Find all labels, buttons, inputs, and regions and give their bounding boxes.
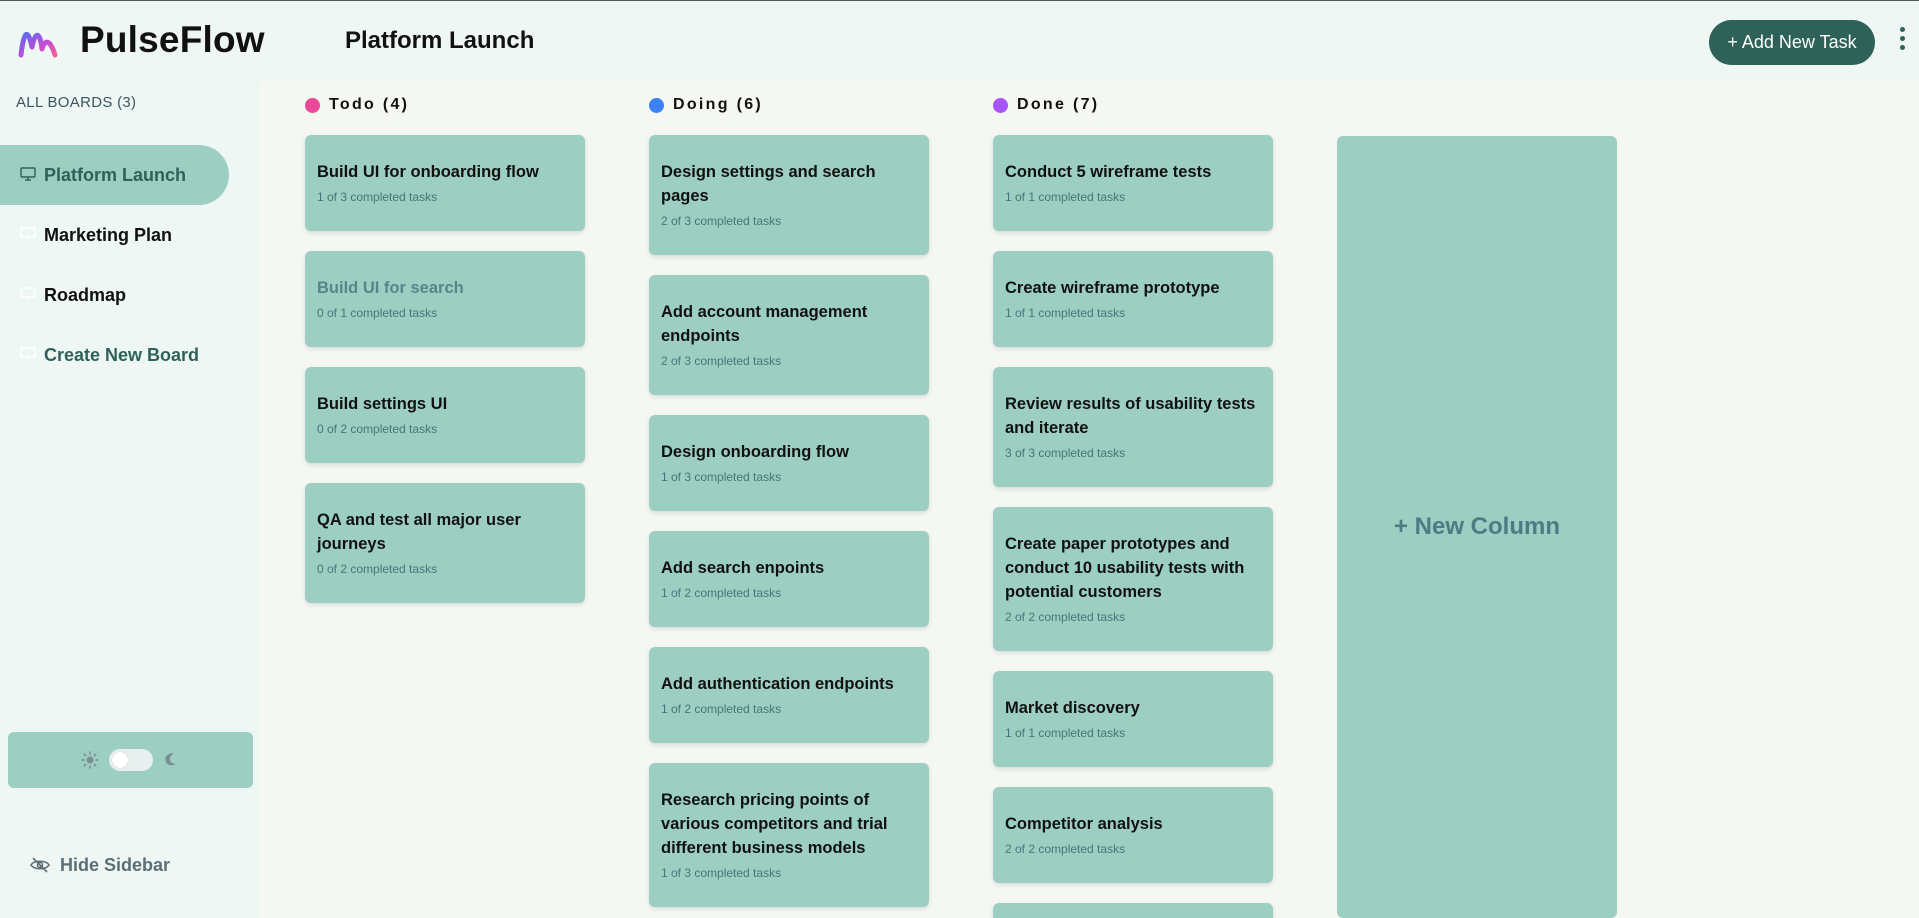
add-new-task-button[interactable]: + Add New Task bbox=[1709, 20, 1875, 65]
hide-sidebar-label: Hide Sidebar bbox=[60, 854, 171, 875]
moon-icon bbox=[164, 753, 175, 766]
task-card[interactable]: Design settings and search pages 2 of 3 … bbox=[649, 135, 929, 255]
task-subtasks: 2 of 2 completed tasks bbox=[1005, 610, 1126, 624]
doing-status-dot bbox=[649, 97, 664, 113]
sidebar-item-label: Platform Launch bbox=[44, 164, 187, 185]
task-card[interactable]: Add account management endpoints 2 of 3 … bbox=[649, 275, 929, 395]
board-icon bbox=[20, 347, 36, 360]
task-card[interactable]: Build UI for onboarding flow 1 of 3 comp… bbox=[305, 135, 585, 231]
task-subtasks: 1 of 3 completed tasks bbox=[317, 190, 438, 204]
column-header-done: Done (7) bbox=[993, 94, 1099, 116]
task-title: Create wireframe prototype bbox=[1005, 279, 1220, 297]
task-card[interactable]: QA and test all major user journeys 0 of… bbox=[305, 483, 585, 603]
board-icon bbox=[20, 167, 36, 181]
column-title: Todo (4) bbox=[329, 96, 410, 113]
page-title: Platform Launch bbox=[345, 27, 535, 54]
task-subtasks: 0 of 1 completed tasks bbox=[317, 306, 438, 320]
task-title: Add authentication endpoints bbox=[661, 675, 894, 693]
task-subtasks: 1 of 3 completed tasks bbox=[661, 470, 782, 484]
done-status-dot bbox=[993, 97, 1008, 113]
task-title: Design settings and search pages bbox=[661, 163, 876, 205]
task-title: Conduct 5 wireframe tests bbox=[1005, 163, 1212, 181]
todo-status-dot bbox=[305, 97, 320, 113]
task-subtasks: 1 of 2 completed tasks bbox=[661, 702, 782, 716]
toggle-knob bbox=[111, 752, 128, 768]
task-card[interactable]: Create wireframe prototype 1 of 1 comple… bbox=[993, 251, 1273, 347]
theme-switcher bbox=[8, 732, 253, 788]
new-column-button[interactable]: + New Column bbox=[1337, 136, 1617, 918]
task-subtasks: 2 of 3 completed tasks bbox=[661, 354, 782, 368]
task-subtasks: 3 of 3 completed tasks bbox=[1005, 446, 1126, 460]
column-header-todo: Todo (4) bbox=[305, 94, 409, 116]
task-title: Add search enpoints bbox=[661, 559, 825, 577]
task-card-partial[interactable] bbox=[993, 903, 1273, 918]
task-card[interactable]: Market discovery 1 of 1 completed tasks bbox=[993, 671, 1273, 767]
sun-icon bbox=[80, 751, 99, 769]
task-title: Add account management endpoints bbox=[661, 303, 868, 345]
task-subtasks: 2 of 3 completed tasks bbox=[661, 214, 782, 228]
task-card[interactable]: Review results of usability tests and it… bbox=[993, 367, 1273, 487]
sidebar-item-label: Marketing Plan bbox=[44, 224, 173, 245]
task-card[interactable]: Conduct 5 wireframe tests 1 of 1 complet… bbox=[993, 135, 1273, 231]
board-icon bbox=[20, 227, 36, 240]
kebab-menu-icon[interactable] bbox=[1896, 27, 1908, 57]
create-new-board-button[interactable]: Create New Board bbox=[0, 325, 229, 385]
task-title: Build UI for search bbox=[317, 279, 464, 297]
column-header-doing: Doing (6) bbox=[649, 94, 763, 116]
task-title: Research pricing points of various compe… bbox=[661, 791, 888, 857]
new-column-label: + New Column bbox=[1393, 513, 1561, 540]
task-subtasks: 0 of 2 completed tasks bbox=[317, 422, 438, 436]
sidebar-item-roadmap[interactable]: Roadmap bbox=[0, 265, 229, 325]
task-card[interactable]: Build UI for search 0 of 1 completed tas… bbox=[305, 251, 585, 347]
hide-sidebar-button[interactable]: Hide Sidebar bbox=[30, 853, 170, 877]
column-title: Doing (6) bbox=[673, 96, 764, 113]
task-card[interactable]: Build settings UI 0 of 2 completed tasks bbox=[305, 367, 585, 463]
task-title: Design onboarding flow bbox=[661, 443, 849, 461]
task-card[interactable]: Create paper prototypes and conduct 10 u… bbox=[993, 507, 1273, 651]
eye-slash-icon bbox=[30, 857, 50, 873]
sidebar: ALL BOARDS (3) Platform Launch Marketing… bbox=[0, 81, 259, 918]
theme-toggle[interactable] bbox=[108, 749, 153, 771]
app-name: PulseFlow bbox=[80, 19, 265, 60]
task-subtasks: 1 of 3 completed tasks bbox=[661, 866, 782, 880]
task-subtasks: 2 of 2 completed tasks bbox=[1005, 842, 1126, 856]
task-card[interactable]: Add search enpoints 1 of 2 completed tas… bbox=[649, 531, 929, 627]
task-subtasks: 1 of 1 completed tasks bbox=[1005, 726, 1126, 740]
task-card[interactable]: Competitor analysis 2 of 2 completed tas… bbox=[993, 787, 1273, 883]
task-title: Review results of usability tests and it… bbox=[1005, 395, 1256, 437]
task-subtasks: 0 of 2 completed tasks bbox=[317, 562, 438, 576]
sidebar-item-label: Roadmap bbox=[44, 284, 127, 305]
sidebar-item-platform-launch[interactable]: Platform Launch bbox=[0, 145, 229, 205]
task-title: QA and test all major user journeys bbox=[317, 511, 521, 553]
all-boards-heading: ALL BOARDS (3) bbox=[16, 94, 137, 111]
column-title: Done (7) bbox=[1017, 96, 1100, 113]
pulseflow-logo-icon bbox=[18, 32, 58, 58]
task-title: Build settings UI bbox=[317, 395, 448, 413]
top-header: PulseFlow Platform Launch + Add New Task bbox=[0, 1, 1919, 81]
task-subtasks: 1 of 1 completed tasks bbox=[1005, 306, 1126, 320]
task-title: Create paper prototypes and conduct 10 u… bbox=[1005, 535, 1245, 601]
task-subtasks: 1 of 2 completed tasks bbox=[661, 586, 782, 600]
sidebar-item-marketing-plan[interactable]: Marketing Plan bbox=[0, 205, 229, 265]
task-card[interactable]: Research pricing points of various compe… bbox=[649, 763, 929, 907]
task-card[interactable]: Design onboarding flow 1 of 3 completed … bbox=[649, 415, 929, 511]
sidebar-item-label: Create New Board bbox=[44, 344, 200, 365]
task-card[interactable]: Add authentication endpoints 1 of 2 comp… bbox=[649, 647, 929, 743]
task-title: Build UI for onboarding flow bbox=[317, 163, 539, 181]
task-title: Market discovery bbox=[1005, 699, 1140, 717]
board-icon bbox=[20, 287, 36, 300]
task-subtasks: 1 of 1 completed tasks bbox=[1005, 190, 1126, 204]
task-title: Competitor analysis bbox=[1005, 815, 1163, 833]
